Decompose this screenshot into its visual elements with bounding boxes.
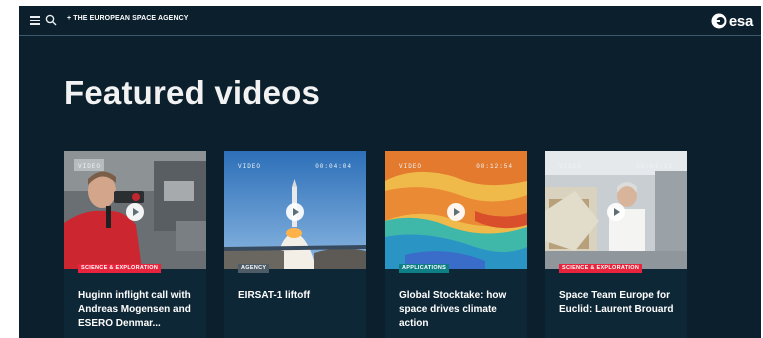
video-card[interactable]: VIDEO 00:04:22 SCIENCE & EXPLORATION Spa… <box>545 151 687 338</box>
esa-logo-mark-icon <box>711 13 727 29</box>
video-title[interactable]: Huginn inflight call with Andreas Mogens… <box>78 289 198 331</box>
video-label: VIDEO <box>559 163 583 170</box>
video-duration: 00:12:54 <box>476 163 513 170</box>
play-icon[interactable] <box>447 203 465 221</box>
video-title[interactable]: Global Stocktake: how space drives clima… <box>399 289 519 331</box>
category-tag[interactable]: AGENCY <box>238 264 270 273</box>
play-icon[interactable] <box>126 203 144 221</box>
video-meta: VIDEO 00:04:04 <box>238 163 352 170</box>
video-duration: 00:04:04 <box>315 163 352 170</box>
video-card[interactable]: VIDEO SCIENCE & EXPLORATION Huginn infli… <box>64 151 206 338</box>
video-thumbnail: VIDEO <box>64 151 206 269</box>
video-label: VIDEO <box>238 163 262 170</box>
video-card[interactable]: VIDEO 00:12:54 APPLICATIONS Global Stock… <box>385 151 527 338</box>
search-icon[interactable] <box>45 14 57 26</box>
category-tag[interactable]: SCIENCE & EXPLORATION <box>559 264 643 273</box>
video-meta: VIDEO 00:04:22 <box>559 163 673 170</box>
video-thumbnail: VIDEO 00:04:04 <box>224 151 366 269</box>
esa-logo[interactable]: esa <box>711 11 753 31</box>
category-tag[interactable]: APPLICATIONS <box>399 264 450 273</box>
video-meta: VIDEO 00:12:54 <box>399 163 513 170</box>
play-icon[interactable] <box>286 203 304 221</box>
video-card[interactable]: VIDEO 00:04:04 AGENCY EIRSAT-1 liftoff <box>224 151 366 338</box>
video-duration: 00:04:22 <box>636 163 673 170</box>
top-bar: + THE EUROPEAN SPACE AGENCY esa <box>19 6 761 36</box>
esa-logo-text: esa <box>728 12 753 30</box>
video-meta: VIDEO <box>78 163 192 170</box>
video-label: VIDEO <box>78 163 102 170</box>
category-tag[interactable]: SCIENCE & EXPLORATION <box>78 264 162 273</box>
agency-link[interactable]: + THE EUROPEAN SPACE AGENCY <box>67 15 189 22</box>
video-thumbnail: VIDEO 00:04:22 <box>545 151 687 269</box>
menu-icon[interactable] <box>30 16 40 25</box>
video-title[interactable]: Space Team Europe for Euclid: Laurent Br… <box>559 289 679 317</box>
video-thumbnail: VIDEO 00:12:54 <box>385 151 527 269</box>
page: + THE EUROPEAN SPACE AGENCY esa Featured… <box>19 6 761 338</box>
play-icon[interactable] <box>607 203 625 221</box>
video-title[interactable]: EIRSAT-1 liftoff <box>238 289 358 303</box>
page-title: Featured videos <box>64 74 321 111</box>
video-label: VIDEO <box>399 163 423 170</box>
